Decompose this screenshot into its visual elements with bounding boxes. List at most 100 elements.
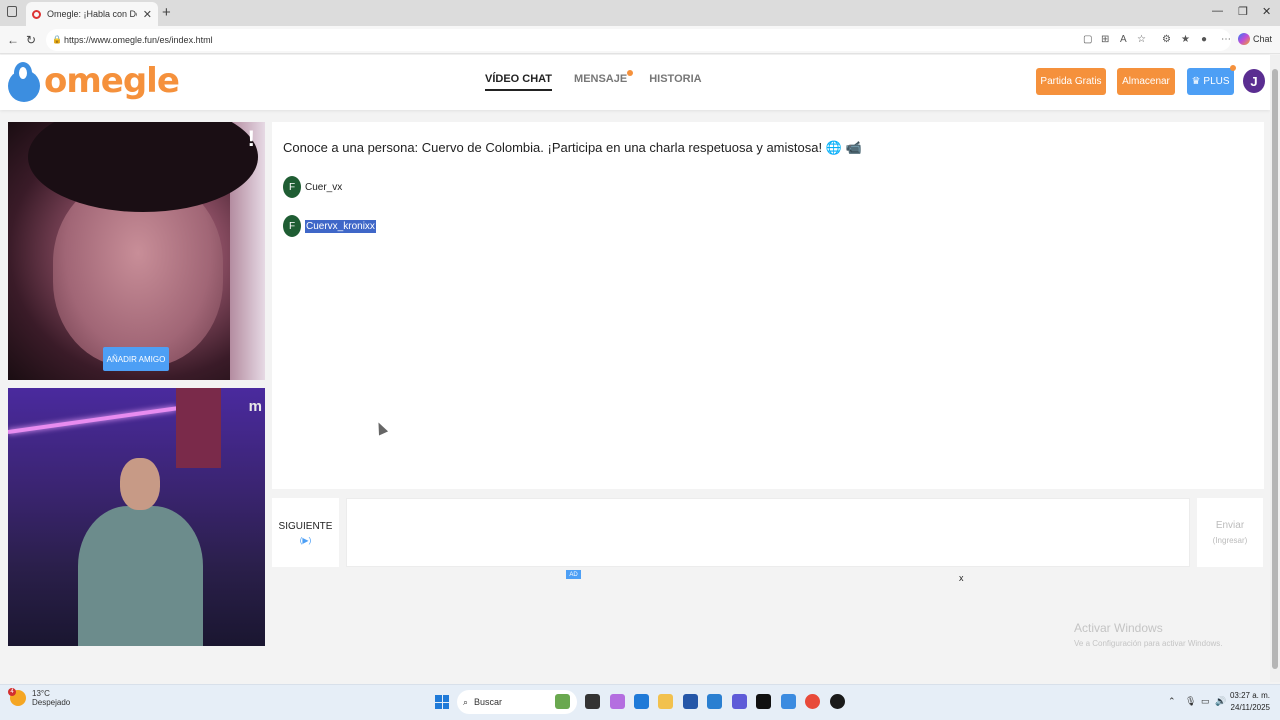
add-friend-button[interactable]: AÑADIR AMIGO [103, 347, 169, 371]
app-icon[interactable] [781, 694, 796, 709]
tiktok-app-icon[interactable] [756, 694, 771, 709]
next-label: SIGUIENTE [278, 520, 333, 532]
outlook-app-icon[interactable] [707, 694, 722, 709]
clock-date: 24/11/2025 [1230, 703, 1270, 712]
profile-icon[interactable]: ● [1201, 34, 1207, 45]
send-hint: (Ingresar) [1212, 536, 1248, 545]
favorites-icon[interactable]: ★ [1181, 34, 1190, 45]
minimize-icon[interactable]: — [1212, 5, 1223, 17]
user-avatar[interactable]: J [1243, 69, 1265, 93]
chat-text: Cuer_vx [305, 181, 343, 193]
nav-video-chat[interactable]: VÍDEO CHAT [485, 73, 553, 91]
back-icon[interactable]: ← [7, 33, 19, 47]
widget-app-icon[interactable] [555, 694, 570, 709]
restore-icon[interactable]: ❐ [1238, 5, 1248, 18]
nav-historia[interactable]: HISTORIA [649, 73, 701, 91]
weather-temp: 13°C [32, 689, 50, 698]
report-icon[interactable]: ! [248, 126, 255, 152]
next-hint: (▶) [299, 535, 312, 545]
copilot-app-icon[interactable] [610, 694, 625, 709]
url-text: https://www.omegle.fun/es/index.html [64, 35, 213, 45]
clock-time: 03:27 a. m. [1229, 691, 1270, 700]
chat-message: F Cuer_vx [283, 176, 342, 198]
ad-close-button[interactable]: x [959, 573, 964, 583]
send-label: Enviar [1215, 520, 1245, 531]
message-input[interactable] [346, 498, 1190, 567]
app-icon[interactable] [830, 694, 845, 709]
file-explorer-icon[interactable] [658, 694, 673, 709]
crown-icon: ♛ [1191, 76, 1201, 87]
read-aloud-icon[interactable]: A [1120, 34, 1127, 45]
chat-text: Cuervx_kronixx [305, 219, 376, 233]
tab-title: Omegle: ¡Habla con Descon [47, 9, 137, 19]
close-window-icon[interactable]: ✕ [1262, 5, 1271, 18]
screen-icon[interactable]: ▢ [1083, 34, 1092, 45]
watermark-title: Activar Windows [1074, 621, 1163, 635]
browser-tab-bar: Omegle: ¡Habla con Descon ✕ + — ❐ ✕ [0, 0, 1280, 26]
mirror-icon[interactable]: m [249, 398, 262, 415]
search-icon: ⌕ [463, 696, 469, 707]
copilot-button[interactable]: Chat [1237, 33, 1272, 45]
windows-taskbar: 4 13°C Despejado ⌕ Buscar ⌃ 🎙 ▭ 🔊 03:27 … [0, 684, 1280, 720]
favorite-icon[interactable]: ☆ [1137, 34, 1146, 45]
more-icon[interactable]: ⋯ [1221, 34, 1231, 45]
network-icon[interactable]: ▭ [1201, 696, 1210, 707]
chat-message: F Cuervx_kronixx [283, 215, 376, 237]
free-game-button[interactable]: Partida Gratis [1036, 68, 1106, 95]
send-button[interactable]: Enviar (Ingresar) [1197, 498, 1263, 567]
chat-initial: F [283, 176, 301, 198]
store-button[interactable]: Almacenar [1117, 68, 1175, 95]
ad-badge: AD [566, 570, 581, 579]
activate-windows-watermark: Activar Windows Ve a Configuración para … [1074, 621, 1223, 648]
local-person [78, 458, 203, 646]
copilot-icon [1237, 33, 1250, 45]
weather-badge: 4 [8, 688, 16, 696]
led-strip [8, 406, 177, 434]
new-tab-icon[interactable]: + [162, 4, 171, 21]
address-bar-row: ← ↻ 🔒 https://www.omegle.fun/es/index.ht… [0, 26, 1280, 54]
scrollbar-thumb[interactable] [1272, 69, 1278, 669]
plus-label: PLUS [1203, 76, 1230, 87]
lock-icon: 🔒 [52, 35, 62, 44]
chat-intro: Conoce a una persona: Cuervo de Colombia… [283, 140, 862, 155]
edge-app-icon[interactable] [634, 694, 649, 709]
start-icon[interactable] [435, 695, 449, 709]
volume-icon[interactable]: 🔊 [1215, 696, 1226, 707]
remote-video: ! AÑADIR AMIGO [8, 122, 265, 380]
chrome-app-icon[interactable] [805, 694, 820, 709]
watermark-subtitle: Ve a Configuración para activar Windows. [1074, 639, 1223, 648]
teams-app-icon[interactable] [732, 694, 747, 709]
taskview-icon[interactable] [585, 694, 600, 709]
site-header: omegle VÍDEO CHAT MENSAJE HISTORIA Parti… [0, 55, 1270, 110]
store-app-icon[interactable] [683, 694, 698, 709]
close-tab-icon[interactable]: ✕ [143, 8, 152, 21]
logo-text: omegle [44, 61, 180, 101]
page-scrollbar[interactable] [1270, 55, 1280, 682]
nav-mensaje[interactable]: MENSAJE [574, 70, 634, 91]
search-label: Buscar [474, 697, 503, 707]
logo-mark [8, 60, 42, 102]
omegle-favicon-icon [32, 9, 41, 19]
weather-desc: Despejado [32, 698, 71, 707]
local-video: m [8, 388, 265, 646]
browser-tab[interactable]: Omegle: ¡Habla con Descon ✕ [26, 2, 158, 26]
sun-icon: 4 [8, 688, 26, 706]
main-nav: VÍDEO CHAT MENSAJE HISTORIA [485, 70, 702, 91]
address-bar[interactable]: 🔒 https://www.omegle.fun/es/index.html [46, 29, 1231, 51]
chat-panel: Conoce a una persona: Cuervo de Colombia… [272, 122, 1264, 489]
microphone-icon[interactable]: 🎙 [1185, 696, 1196, 707]
sidebar-toggle-icon[interactable] [7, 6, 17, 17]
next-button[interactable]: SIGUIENTE (▶) [272, 498, 339, 567]
omegle-logo[interactable]: omegle [8, 60, 180, 102]
plus-button[interactable]: ♛ PLUS [1187, 65, 1236, 95]
taskbar-clock[interactable]: 03:27 a. m. 24/11/2025 [1230, 690, 1270, 714]
app-available-icon[interactable]: ⊞ [1101, 34, 1109, 45]
refresh-icon[interactable]: ↻ [26, 33, 36, 47]
notification-dot [627, 70, 634, 76]
extension-icon[interactable]: ⚙ [1162, 34, 1171, 45]
copilot-label: Chat [1252, 34, 1272, 44]
tray-overflow-icon[interactable]: ⌃ [1168, 696, 1176, 707]
weather-widget[interactable]: 4 13°C Despejado [8, 688, 71, 707]
chat-initial: F [283, 215, 301, 237]
nav-mensaje-label: MENSAJE [574, 73, 628, 85]
